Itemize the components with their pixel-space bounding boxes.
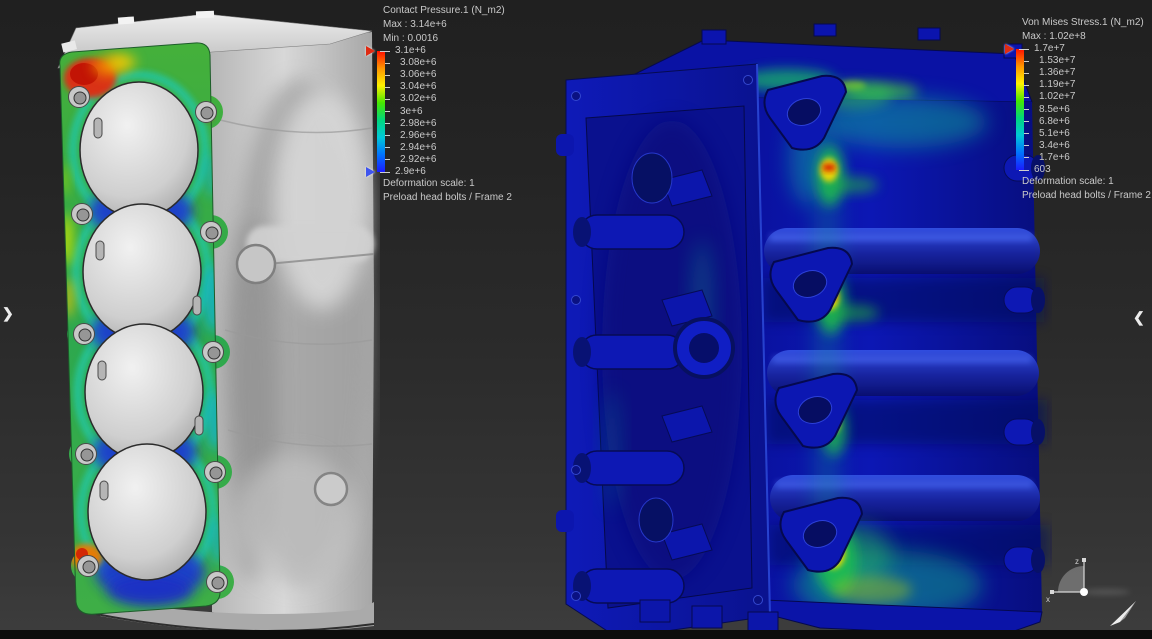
expand-left-panel-icon[interactable]: ❯	[2, 304, 14, 322]
tick-dash	[1024, 85, 1029, 86]
tick-dash	[385, 147, 390, 148]
front-panel	[556, 64, 778, 638]
tick-dash	[380, 51, 390, 52]
tick-dash	[385, 75, 390, 76]
legend-von-mises: Von Mises Stress.1 (N_m2) Max : 1.02e+8 …	[1022, 16, 1151, 203]
tick-dash	[1019, 49, 1029, 50]
tick-dash	[1024, 73, 1029, 74]
tick-label: 2.9e+6	[395, 165, 426, 179]
frame-label: Preload head bolts / Frame 2	[1022, 189, 1151, 203]
triad-x-label: x	[1046, 595, 1050, 604]
bottom-bar	[0, 630, 1152, 639]
colorbar	[377, 51, 385, 172]
colorbar-top-marker[interactable]	[1005, 44, 1014, 54]
colorbar-bottom-marker[interactable]	[366, 167, 375, 177]
side-boss-hole	[315, 473, 347, 505]
tick-label: 603	[1034, 163, 1051, 177]
model-engine-block-contact-pressure[interactable]	[0, 0, 380, 639]
tick-dash	[1024, 157, 1029, 158]
deformation-scale-label: Deformation scale: 1	[383, 177, 512, 191]
tick-dash	[385, 123, 390, 124]
legend-max: Max : 3.14e+6	[383, 18, 512, 32]
tick-dash	[385, 111, 390, 112]
tick-dash	[1024, 109, 1029, 110]
model-engine-block-von-mises[interactable]	[552, 0, 1052, 639]
colorbar-wrap: 1.7e+7 1.53e+7 1.36e+7 1.19e+7 1.02e+7 8…	[1016, 49, 1108, 170]
tick-dash	[1024, 145, 1029, 146]
colorbar	[1016, 49, 1024, 170]
tick-dash	[1024, 61, 1029, 62]
side-boss-hole	[237, 245, 275, 283]
viewport-3d[interactable]: Contact Pressure.1 (N_m2) Max : 3.14e+6 …	[0, 0, 1152, 639]
tick-dash	[385, 159, 390, 160]
triad-arc	[1058, 566, 1084, 592]
triad-origin	[1080, 588, 1088, 596]
expand-right-panel-icon[interactable]: ❮	[1133, 308, 1145, 326]
engine-block-gray[interactable]	[40, 11, 374, 632]
deformation-scale-label: Deformation scale: 1	[1022, 175, 1151, 189]
colorbar-tick: 2.9e+6	[385, 165, 426, 179]
colorbar-wrap: 3.1e+6 3.08e+6 3.06e+6 3.04e+6 3.02e+6 3…	[377, 51, 469, 172]
colorbar-top-marker[interactable]	[366, 46, 375, 56]
tick-dash	[1024, 133, 1029, 134]
engine-block-blue[interactable]	[556, 24, 1050, 638]
tick-dash	[385, 135, 390, 136]
tick-dash	[385, 63, 390, 64]
triad-z-label: z	[1075, 557, 1079, 566]
frame-label: Preload head bolts / Frame 2	[383, 191, 512, 205]
colorbar-tick: 603	[1024, 163, 1051, 177]
legend-title: Contact Pressure.1 (N_m2)	[383, 4, 512, 18]
tick-dash	[385, 87, 390, 88]
tick-dash	[380, 172, 390, 173]
tick-dash	[1024, 121, 1029, 122]
cursor-arrow	[1108, 600, 1140, 630]
tick-dash	[1024, 97, 1029, 98]
tick-dash	[385, 99, 390, 100]
legend-contact-pressure: Contact Pressure.1 (N_m2) Max : 3.14e+6 …	[383, 4, 512, 205]
tick-dash	[1019, 170, 1029, 171]
legend-title: Von Mises Stress.1 (N_m2)	[1022, 16, 1151, 30]
